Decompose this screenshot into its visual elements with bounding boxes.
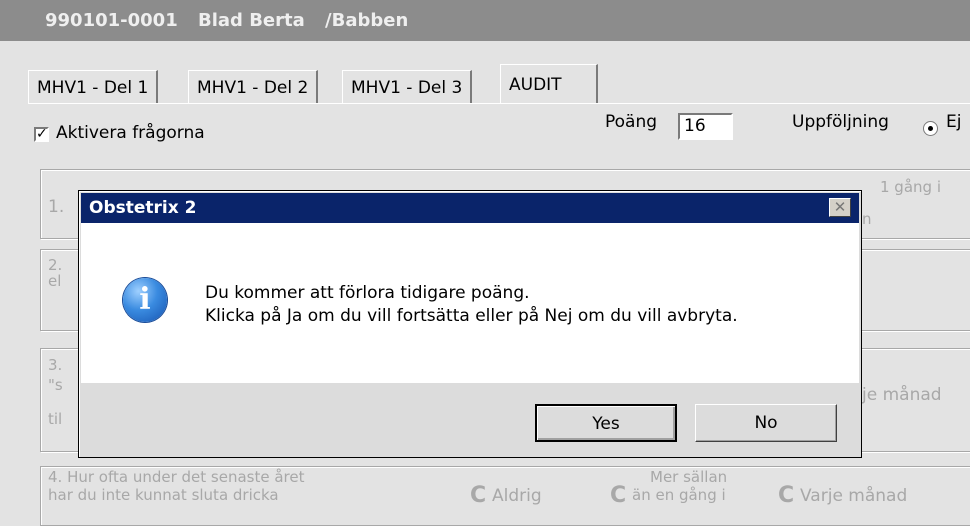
question-4-option-mer-sallan-2: än en gång i bbox=[632, 486, 726, 504]
followup-option-label: Ej bbox=[946, 112, 962, 132]
activate-questions-label: Aktivera frågorna bbox=[56, 123, 205, 143]
information-icon: i bbox=[123, 278, 167, 322]
question-1-option-text: 1 gång i bbox=[880, 178, 941, 196]
question-4-line1: 4. Hur ofta under det senaste året bbox=[48, 468, 305, 486]
dialog-body: i Du kommer att förlora tidigare poäng. … bbox=[81, 223, 859, 383]
activate-questions-checkbox[interactable]: ✓ bbox=[34, 126, 49, 142]
patient-id: 990101-0001 bbox=[45, 10, 178, 31]
question-4-radio-varje-manad[interactable]: C bbox=[778, 485, 794, 507]
tab-mhv1-del2[interactable]: MHV1 - Del 2 bbox=[188, 70, 319, 104]
question-3-option-text: je månad bbox=[862, 385, 942, 405]
dialog-message-line1: Du kommer att förlora tidigare poäng. bbox=[205, 283, 530, 303]
tab-divider bbox=[28, 103, 970, 104]
question-2-line2: el bbox=[48, 272, 62, 290]
dialog-title-bar[interactable]: Obstetrix 2 ✕ bbox=[81, 193, 859, 223]
dialog-message-line2: Klicka på Ja om du vill fortsätta eller … bbox=[205, 306, 738, 326]
question-4-radio-mer-sallan[interactable]: C bbox=[610, 485, 626, 507]
score-label: Poäng bbox=[605, 112, 658, 132]
confirmation-dialog: Obstetrix 2 ✕ i Du kommer att förlora ti… bbox=[78, 190, 862, 458]
question-4-radio-aldrig[interactable]: C bbox=[470, 485, 486, 507]
question-4-option-mer-sallan: Mer sällan bbox=[650, 468, 728, 486]
patient-alias: /Babben bbox=[325, 10, 409, 31]
question-3-line2: "s bbox=[48, 376, 63, 394]
question-3-line3: til bbox=[48, 410, 63, 428]
checkmark-icon: ✓ bbox=[36, 126, 48, 142]
question-1-number: 1. bbox=[48, 197, 65, 217]
yes-button[interactable]: Yes bbox=[535, 404, 677, 442]
tab-mhv1-del3[interactable]: MHV1 - Del 3 bbox=[342, 70, 473, 104]
question-4-line2: har du inte kunnat sluta dricka bbox=[48, 486, 279, 504]
followup-radio-ej[interactable] bbox=[923, 121, 938, 136]
patient-header: 990101-0001 Blad Berta /Babben bbox=[0, 0, 970, 41]
patient-name: Blad Berta bbox=[198, 10, 305, 31]
question-3-line1: 3. bbox=[48, 356, 63, 374]
no-button[interactable]: No bbox=[695, 404, 837, 442]
tab-audit[interactable]: AUDIT bbox=[500, 64, 598, 104]
question-4-option-aldrig: Aldrig bbox=[492, 486, 542, 506]
followup-label: Uppföljning bbox=[792, 112, 889, 132]
close-icon[interactable]: ✕ bbox=[829, 198, 851, 217]
dialog-title: Obstetrix 2 bbox=[89, 198, 197, 218]
question-1-option-text-2: n bbox=[862, 210, 872, 228]
question-4-option-varje-manad: Varje månad bbox=[800, 486, 908, 506]
tab-mhv1-del1[interactable]: MHV1 - Del 1 bbox=[28, 70, 159, 104]
score-field[interactable]: 16 bbox=[678, 113, 733, 140]
